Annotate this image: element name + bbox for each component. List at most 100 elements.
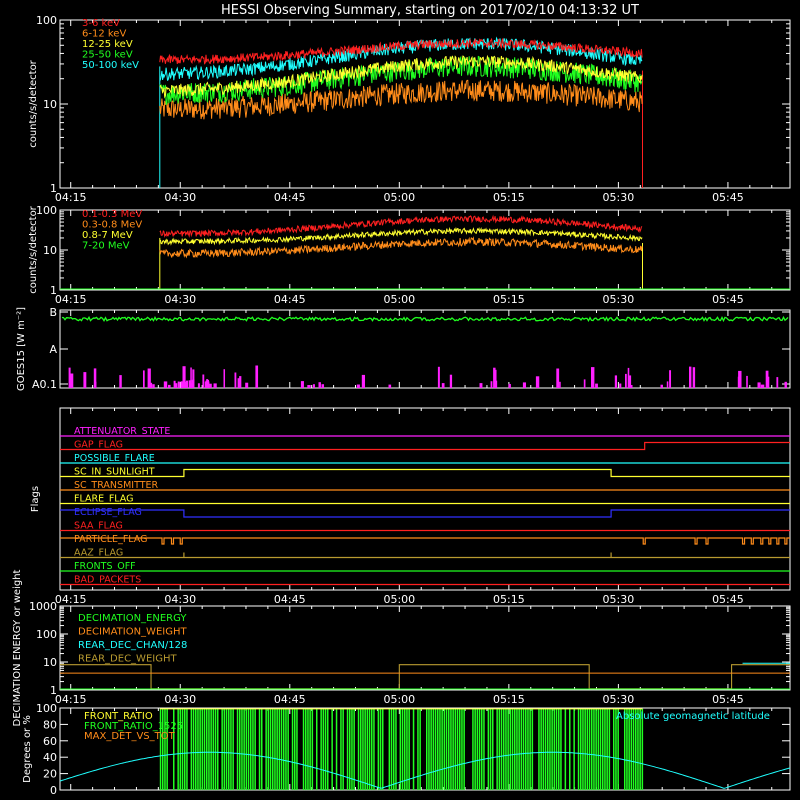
gamma-y-tick-label: 100 bbox=[36, 204, 57, 217]
decim-x-tick-label: 05:30 bbox=[603, 693, 635, 706]
flags-x-tick-label: 04:15 bbox=[55, 593, 87, 606]
ratio-front-ratio-bar bbox=[516, 708, 518, 791]
ratio-front-ratio-bar bbox=[514, 708, 516, 791]
flags-label: AAZ_FLAG bbox=[74, 548, 123, 559]
flags-label: GAP_FLAG bbox=[74, 440, 123, 451]
goes-spike bbox=[361, 374, 366, 388]
ratio-front-ratio-bar bbox=[599, 708, 602, 791]
goes-spike bbox=[493, 367, 496, 388]
flags-x-tick-label: 05:15 bbox=[493, 593, 525, 606]
ratio-front-ratio-bar bbox=[382, 708, 384, 791]
ratio-front-ratio-bar bbox=[388, 708, 391, 791]
gamma-x-tick-label: 05:15 bbox=[493, 293, 525, 306]
ratio-front-ratio-bar bbox=[291, 708, 294, 791]
flags-label: SC_TRANSMITTER bbox=[74, 480, 159, 491]
ratio-front-ratio-bar bbox=[401, 708, 404, 791]
goes-spike bbox=[628, 375, 632, 388]
hxr-y-tick-label: 10 bbox=[43, 98, 57, 111]
ratio-front-ratio-bar bbox=[373, 708, 375, 791]
ratio-front-ratio-bar bbox=[236, 708, 239, 791]
goes-spike bbox=[191, 380, 194, 388]
goes-spike bbox=[143, 370, 145, 388]
flags-label: PARTICLE_FLAG bbox=[74, 534, 147, 545]
ratio-front-ratio-bar bbox=[258, 708, 261, 791]
ratio-front-ratio-bar bbox=[432, 708, 435, 791]
ratio-front-ratio-bar bbox=[520, 708, 523, 791]
ratio-y-tick-label: 0 bbox=[50, 784, 57, 797]
hxr-x-tick-label: 05:00 bbox=[383, 191, 415, 204]
ratio-front-ratio-bar bbox=[265, 708, 267, 791]
goes-spike bbox=[147, 368, 151, 388]
flags-label: FRONTS_OFF bbox=[74, 561, 136, 572]
ratio-front-ratio-bar bbox=[399, 708, 402, 791]
ratio-front-ratio-bar bbox=[307, 708, 309, 791]
ratio-front-ratio-bar bbox=[316, 708, 318, 791]
ratio-front-ratio-bar bbox=[322, 708, 325, 791]
ratio-front-ratio-bar bbox=[276, 708, 278, 791]
ratio-front-ratio-bar bbox=[305, 708, 307, 791]
goes-spike bbox=[776, 377, 779, 388]
ratio-front-ratio-bar bbox=[443, 708, 446, 791]
ratio-y-tick-label: 60 bbox=[43, 735, 57, 748]
ratio-front-ratio-bar bbox=[511, 708, 514, 791]
ratio-front-ratio-bar bbox=[283, 708, 285, 791]
goes-spike bbox=[583, 379, 586, 388]
hxr-legend-entry: 25-50 keV bbox=[82, 50, 133, 61]
flags-label: ECLIPSE_FLAG bbox=[74, 507, 142, 518]
ratio-front-ratio-bar bbox=[439, 708, 441, 791]
ratio-front-ratio-bar bbox=[190, 708, 193, 791]
goes-spike bbox=[595, 383, 598, 388]
decim-y-tick-label: 100 bbox=[36, 628, 57, 641]
goes-spike bbox=[255, 365, 259, 388]
goes-spike bbox=[318, 382, 321, 388]
ratio-front-ratio-bar bbox=[496, 708, 498, 791]
ratio-front-ratio-bar bbox=[195, 708, 197, 791]
ratio-front-ratio-bar bbox=[199, 708, 201, 791]
decim-legend-entry: DECIMATION_ENERGY bbox=[78, 613, 187, 624]
ratio-front-ratio-bar bbox=[503, 708, 505, 791]
goes-spike bbox=[307, 385, 311, 388]
ratio-front-ratio-bar bbox=[558, 708, 560, 791]
ratio-front-ratio-bar bbox=[507, 708, 509, 791]
ratio-front-ratio-bar bbox=[364, 708, 366, 791]
ratio-front-ratio-bar bbox=[241, 708, 243, 791]
gamma-y-tick-label: 10 bbox=[43, 244, 57, 257]
ratio-front-ratio-bar bbox=[527, 708, 529, 791]
ratio-front-ratio-bar bbox=[481, 708, 483, 791]
goes-spike bbox=[738, 370, 742, 388]
goes-spike bbox=[223, 369, 226, 388]
ratio-front-ratio-bar bbox=[272, 708, 274, 791]
ratio-front-ratio-bar bbox=[472, 708, 474, 791]
ratio-front-ratio-bar bbox=[573, 708, 575, 791]
gamma-x-tick-label: 04:15 bbox=[55, 293, 87, 306]
goes-spike bbox=[188, 380, 191, 388]
goes-spike bbox=[765, 370, 769, 388]
ratio-front-ratio-bar bbox=[437, 708, 439, 791]
ratio-y-tick-label: 80 bbox=[43, 718, 57, 731]
ratio-front-ratio-bar bbox=[197, 708, 199, 791]
ratio-front-ratio-bar bbox=[452, 708, 454, 791]
ratio-front-ratio-bar bbox=[223, 708, 226, 791]
chart-title: HESSI Observing Summary, starting on 201… bbox=[221, 3, 639, 18]
flags-x-tick-label: 04:30 bbox=[164, 593, 196, 606]
ratio-front-ratio-bar bbox=[459, 708, 461, 791]
ratio-front-ratio-bar bbox=[544, 708, 547, 791]
ratio-front-ratio-bar bbox=[591, 708, 593, 791]
ratio-front-ratio-bar bbox=[461, 708, 463, 791]
ratio-front-ratio-bar bbox=[434, 708, 437, 791]
ratio-front-ratio-bar bbox=[476, 708, 479, 791]
ratio-front-ratio-bar bbox=[613, 708, 615, 791]
goes-spike bbox=[94, 381, 97, 388]
hxr-legend-entry: 12-25 keV bbox=[82, 39, 133, 50]
ratio-front-ratio-bar bbox=[604, 708, 606, 791]
ratio-front-ratio-bar bbox=[560, 708, 562, 791]
ratio-front-ratio-bar bbox=[186, 708, 188, 791]
ratio-front-ratio-bar bbox=[419, 708, 421, 791]
decim-y-tick-label: 1000 bbox=[29, 600, 57, 613]
ratio-front-ratio-bar bbox=[518, 708, 520, 791]
ratio-front-ratio-bar bbox=[212, 708, 215, 791]
decim-legend-entry: REAR_DEC_CHAN/128 bbox=[78, 640, 187, 651]
decim-x-tick-label: 05:15 bbox=[493, 693, 525, 706]
ratio-front-ratio-bar bbox=[208, 708, 210, 791]
gamma-x-tick-label: 05:45 bbox=[712, 293, 744, 306]
